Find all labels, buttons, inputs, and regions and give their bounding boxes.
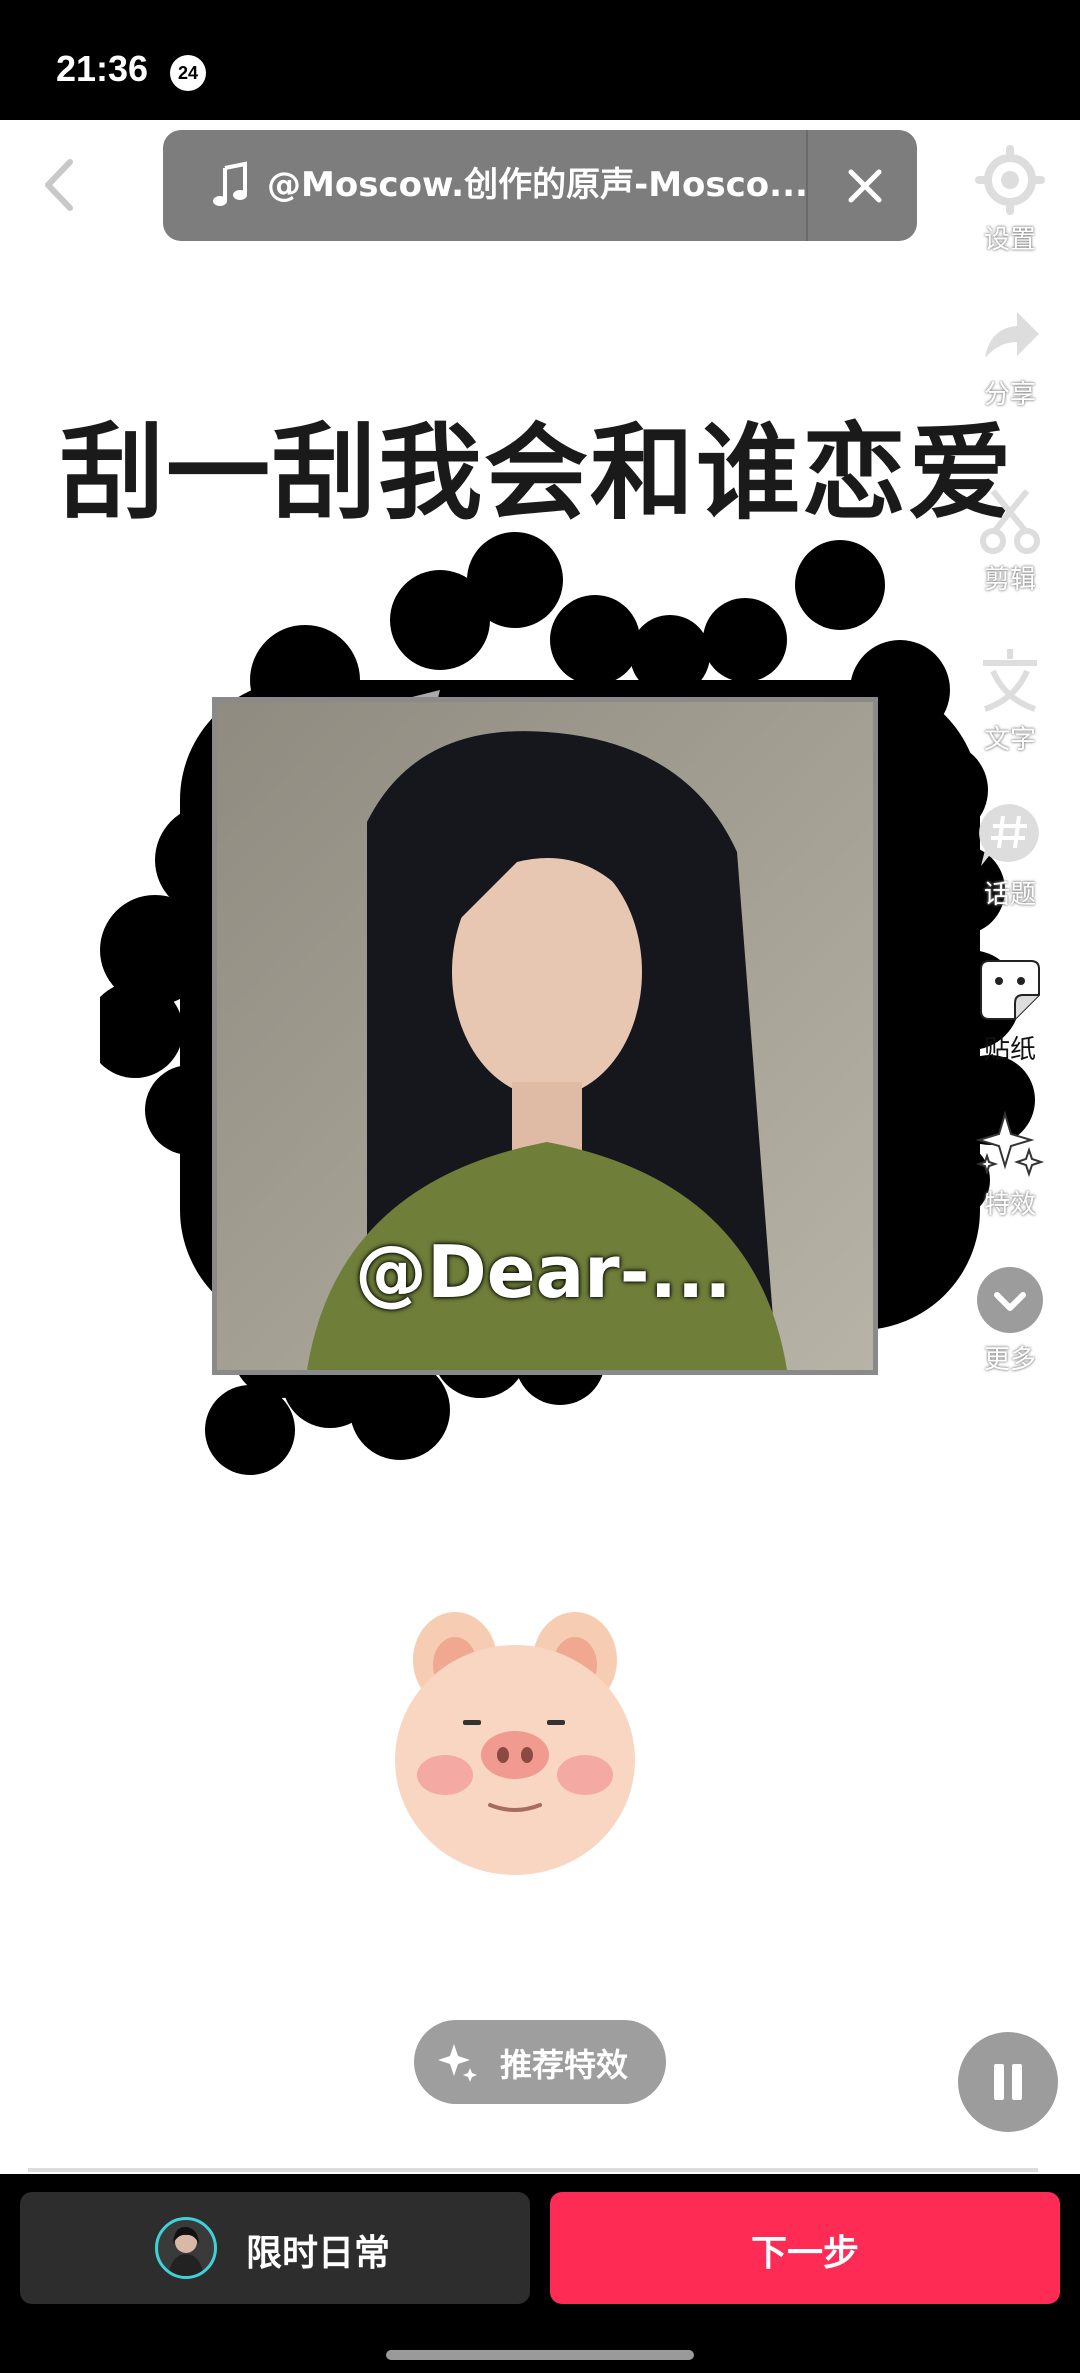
- pause-icon: [994, 2064, 1004, 2100]
- next-label: 下一步: [750, 2233, 859, 2274]
- tool-label: 文字: [983, 725, 1036, 755]
- music-note-icon: [213, 161, 247, 206]
- daily-label: 限时日常: [246, 2233, 391, 2274]
- headline-text[interactable]: 刮一刮我会和谁恋爱: [60, 388, 1060, 539]
- tool-text[interactable]: 文字: [955, 645, 1065, 756]
- status-time: 21:36: [56, 48, 149, 89]
- close-icon[interactable]: [835, 156, 895, 216]
- tool-label: 贴纸: [983, 1035, 1036, 1065]
- hashtag-icon: [979, 804, 1039, 866]
- tool-more[interactable]: 更多: [955, 1265, 1065, 1376]
- sticker-icon: [980, 960, 1040, 1020]
- text-icon: [983, 649, 1037, 712]
- progress-track: [28, 2168, 1038, 2172]
- pig-sticker[interactable]: [385, 1610, 645, 1875]
- notification-badge: 24: [170, 55, 206, 91]
- tool-label: 设置: [983, 225, 1036, 255]
- tool-label: 分享: [983, 380, 1036, 410]
- share-icon: [985, 312, 1039, 358]
- tool-label: 特效: [983, 1190, 1036, 1220]
- music-selector[interactable]: @Moscow.创作的原声-Mosco...: [163, 130, 917, 241]
- music-title: @Moscow.创作的原声-Mosco...: [267, 165, 808, 205]
- tool-share[interactable]: 分享: [955, 300, 1065, 411]
- back-icon[interactable]: [30, 150, 90, 220]
- tool-effects[interactable]: 特效: [955, 1110, 1065, 1221]
- recommend-label: 推荐特效: [500, 2046, 629, 2084]
- recommend-effects-button[interactable]: 推荐特效: [414, 2020, 666, 2104]
- pause-button[interactable]: [958, 2032, 1058, 2132]
- scissors-icon: [980, 489, 1040, 554]
- tool-edit[interactable]: 剪辑: [955, 485, 1065, 596]
- tool-sticker[interactable]: 贴纸: [955, 955, 1065, 1066]
- tool-label: 更多: [983, 1345, 1036, 1375]
- avatar: [155, 2217, 217, 2279]
- tool-settings[interactable]: 设置: [955, 145, 1065, 256]
- tool-label: 剪辑: [983, 565, 1036, 595]
- status-bar: 21:36 24: [0, 0, 1080, 120]
- sparkle-icon: [975, 1110, 1045, 1178]
- pause-icon: [1012, 2064, 1022, 2100]
- photo-caption[interactable]: @Dear-...: [355, 1230, 732, 1314]
- next-step-button[interactable]: 下一步: [550, 2192, 1060, 2304]
- bottom-bar: 限时日常 下一步: [0, 2174, 1080, 2373]
- tool-label: 话题: [983, 880, 1036, 910]
- chevron-down-icon: [977, 1267, 1043, 1333]
- sparkle-icon: [438, 2044, 477, 2082]
- daily-post-button[interactable]: 限时日常: [20, 2192, 530, 2304]
- home-indicator[interactable]: [386, 2350, 694, 2360]
- divider: [806, 130, 808, 241]
- tool-topic[interactable]: 话题: [955, 800, 1065, 911]
- gear-icon: [975, 145, 1045, 215]
